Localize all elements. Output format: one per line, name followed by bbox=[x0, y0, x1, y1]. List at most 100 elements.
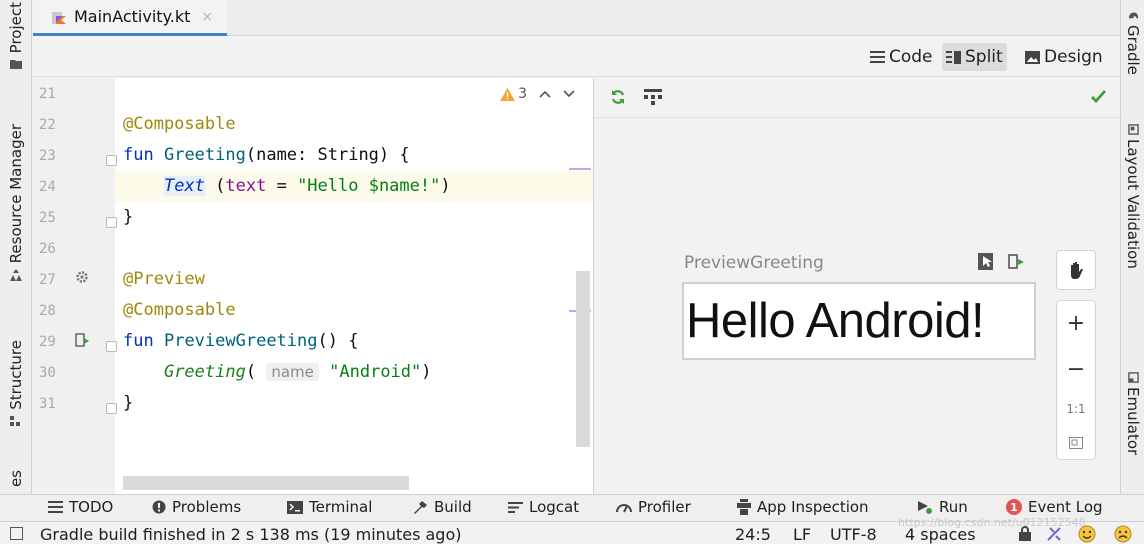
layout-validation-icon bbox=[1127, 124, 1139, 135]
code-line-30: Greeting( name "Android") bbox=[123, 362, 432, 382]
profiler-label: Profiler bbox=[638, 498, 691, 516]
build-variants-tab-label: es bbox=[7, 470, 25, 488]
problems-tool-button[interactable]: Problems bbox=[152, 498, 241, 516]
emulator-icon bbox=[1127, 372, 1139, 383]
layout-validation-tool-tab[interactable]: Layout Validation bbox=[1121, 124, 1144, 269]
horizontal-scrollbar-thumb[interactable] bbox=[123, 476, 409, 490]
pan-hand-button[interactable] bbox=[1056, 250, 1096, 290]
logcat-icon bbox=[508, 501, 523, 513]
line-number: 26 bbox=[39, 241, 56, 257]
resource-manager-icon bbox=[10, 269, 22, 282]
code-view-label: Code bbox=[889, 47, 933, 67]
warning-count[interactable]: 3 bbox=[500, 86, 527, 102]
code-view-icon bbox=[870, 51, 885, 63]
code-token: fun bbox=[123, 145, 154, 165]
code-line-28: @Composable bbox=[123, 300, 236, 320]
terminal-icon bbox=[287, 500, 303, 514]
deploy-preview-icon[interactable] bbox=[75, 333, 91, 347]
project-tool-tab[interactable]: Project bbox=[0, 2, 32, 70]
toggle-tool-windows-icon[interactable] bbox=[10, 527, 23, 540]
project-tab-label: Project bbox=[7, 2, 25, 54]
resource-manager-tool-tab[interactable]: Resource Manager bbox=[0, 124, 32, 282]
lock-icon[interactable] bbox=[1018, 526, 1032, 541]
build-variants-tool-tab[interactable]: es bbox=[0, 470, 32, 487]
chevron-down-icon[interactable] bbox=[563, 90, 575, 98]
line-number: 28 bbox=[39, 303, 56, 319]
code-token: ) bbox=[440, 176, 451, 196]
todo-list-icon bbox=[48, 501, 63, 513]
error-stripe-marker[interactable] bbox=[569, 168, 591, 170]
code-token: @Composable bbox=[123, 114, 236, 134]
compose-preview-pane: PreviewGreeting Hello Android! + − 1:1 bbox=[593, 78, 1121, 494]
code-token: } bbox=[123, 393, 134, 413]
terminal-label: Terminal bbox=[309, 498, 373, 516]
code-editor[interactable]: 21 22 23 24 25 26 27 28 29 30 31 @Compos… bbox=[33, 78, 593, 494]
smiley-icon[interactable] bbox=[1078, 525, 1096, 543]
run-label: Run bbox=[939, 498, 968, 516]
code-token: (name: String) { bbox=[245, 145, 410, 165]
code-token: Greeting bbox=[163, 362, 246, 382]
fold-marker[interactable] bbox=[106, 403, 117, 414]
design-view-button[interactable]: Design bbox=[1021, 43, 1107, 71]
profiler-tool-button[interactable]: Profiler bbox=[616, 498, 691, 516]
deploy-to-device-icon[interactable] bbox=[1008, 254, 1025, 269]
todo-tool-button[interactable]: TODO bbox=[48, 498, 113, 516]
status-message[interactable]: Gradle build finished in 2 s 138 ms (19 … bbox=[40, 525, 462, 544]
checkmark-icon bbox=[1091, 90, 1107, 103]
logcat-tool-button[interactable]: Logcat bbox=[508, 498, 579, 516]
interactive-mode-icon[interactable] bbox=[978, 253, 993, 270]
problems-icon bbox=[152, 500, 166, 514]
caret-position[interactable]: 24:5 bbox=[735, 525, 771, 544]
zoom-to-fit-icon[interactable] bbox=[1069, 436, 1083, 449]
editor-tab-filename: MainActivity.kt bbox=[74, 7, 191, 26]
view-mode-bar: Code Split Design bbox=[33, 37, 1120, 77]
event-log-badge: 1 bbox=[1006, 499, 1022, 515]
build-tool-button[interactable]: Build bbox=[412, 498, 472, 516]
left-tool-stripe: Project Resource Manager Structure es bbox=[0, 0, 32, 494]
event-log-tool-button[interactable]: 1 Event Log bbox=[1006, 498, 1103, 516]
code-view-button[interactable]: Code bbox=[866, 43, 937, 71]
app-inspection-tool-button[interactable]: App Inspection bbox=[737, 498, 869, 516]
fold-marker[interactable] bbox=[106, 341, 117, 352]
chevron-up-icon[interactable] bbox=[539, 90, 551, 98]
code-line-22: @Composable bbox=[123, 114, 236, 134]
terminal-tool-button[interactable]: Terminal bbox=[287, 498, 372, 516]
code-token: PreviewGreeting bbox=[163, 331, 318, 351]
preview-toolbar bbox=[594, 78, 1121, 118]
settings-gear-icon[interactable] bbox=[75, 270, 89, 284]
zoom-in-button[interactable]: + bbox=[1067, 311, 1085, 336]
split-view-label: Split bbox=[965, 47, 1003, 67]
vertical-scrollbar-thumb[interactable] bbox=[576, 271, 590, 447]
emulator-tool-tab[interactable]: Emulator bbox=[1121, 372, 1144, 455]
folder-icon bbox=[10, 60, 22, 70]
run-tool-button[interactable]: Run bbox=[917, 498, 968, 516]
code-token: } bbox=[123, 207, 134, 227]
fold-marker[interactable] bbox=[106, 155, 117, 166]
preview-render[interactable]: Hello Android! bbox=[682, 282, 1036, 360]
split-view-button[interactable]: Split bbox=[942, 43, 1007, 71]
editor-tab-bar: MainActivity.kt × bbox=[33, 0, 1120, 36]
parameter-hint-name: name bbox=[266, 363, 319, 381]
preview-title: PreviewGreeting bbox=[684, 253, 824, 273]
close-icon[interactable]: × bbox=[201, 9, 213, 25]
structure-tool-tab[interactable]: Structure bbox=[0, 340, 32, 426]
layout-validation-tab-label: Layout Validation bbox=[1124, 139, 1142, 269]
refresh-icon[interactable] bbox=[610, 89, 626, 105]
inspector-icon[interactable] bbox=[1046, 526, 1062, 541]
line-number: 21 bbox=[39, 86, 56, 102]
code-token: @Composable bbox=[123, 300, 236, 320]
warning-count-value: 3 bbox=[518, 86, 527, 102]
editor-tab-mainactivity[interactable]: MainActivity.kt × bbox=[33, 0, 228, 36]
emulator-tab-label: Emulator bbox=[1124, 387, 1142, 456]
preview-options-icon[interactable] bbox=[644, 89, 662, 105]
zoom-actual-size-button[interactable]: 1:1 bbox=[1066, 402, 1085, 416]
code-token: = bbox=[266, 176, 298, 196]
line-separator[interactable]: LF bbox=[793, 525, 811, 544]
line-number: 31 bbox=[39, 396, 56, 412]
gradle-tool-tab[interactable]: Gradle bbox=[1121, 10, 1144, 75]
zoom-out-button[interactable]: − bbox=[1067, 357, 1085, 382]
inspection-widget[interactable]: 3 bbox=[500, 86, 575, 102]
frown-icon[interactable] bbox=[1114, 525, 1132, 543]
file-encoding[interactable]: UTF-8 bbox=[830, 525, 877, 544]
fold-marker[interactable] bbox=[106, 217, 117, 228]
